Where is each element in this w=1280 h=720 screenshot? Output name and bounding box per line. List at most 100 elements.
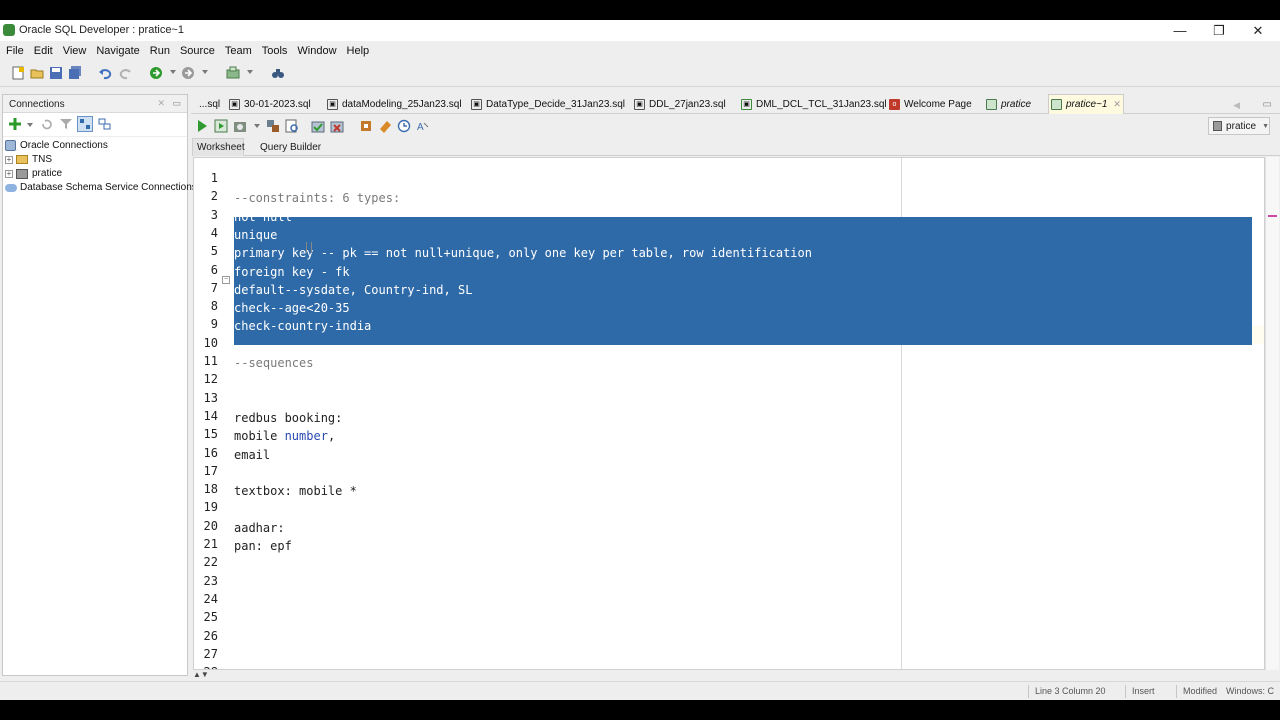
navigate-back-icon[interactable] — [180, 65, 196, 81]
line-number: 26 — [203, 628, 218, 643]
menu-team[interactable]: Team — [221, 45, 256, 57]
sql-history-icon[interactable] — [396, 118, 412, 134]
database-icon — [5, 140, 16, 151]
splitter-arrows-icon[interactable]: ▲▼ — [193, 670, 213, 679]
menu-help[interactable]: Help — [343, 45, 374, 57]
sql-editor[interactable]: 1 2 3 4 5 6 7 8 9 10 11 12 13 14 15 16 17 18 19 20 21 22 23 24 2… — [193, 157, 1265, 670]
close-panel-icon[interactable]: ✕ — [157, 98, 165, 109]
tab-pratice[interactable]: pratice — [984, 94, 1031, 114]
eraser-icon[interactable] — [377, 118, 393, 134]
expand-icon[interactable]: + — [5, 155, 13, 164]
menu-run[interactable]: Run — [146, 45, 174, 57]
tab-query-builder[interactable]: Query Builder — [256, 138, 325, 156]
tree-item-oracle-connections[interactable]: Oracle Connections — [5, 140, 108, 151]
line-number: 6 — [210, 262, 218, 277]
tab-30-01-2023[interactable]: ▣ 30-01-2023.sql — [227, 94, 311, 114]
minimize-icon[interactable]: — — [1160, 20, 1200, 41]
code-line[interactable]: email — [234, 446, 270, 464]
run-script-icon[interactable] — [213, 118, 229, 134]
code-line[interactable]: check--age<20-35 — [234, 299, 350, 317]
chevron-down-icon[interactable] — [202, 70, 208, 74]
title-bar: Oracle SQL Developer : pratice~1 — ❐ ✕ — [0, 20, 1280, 41]
cloud-icon — [5, 183, 17, 192]
expand-icon[interactable]: + — [5, 169, 13, 178]
modified-indicator: Modified — [1183, 686, 1218, 696]
code-line[interactable]: textbox: mobile * — [234, 482, 357, 500]
line-number: 10 — [203, 335, 218, 350]
binoculars-icon[interactable] — [270, 65, 286, 81]
editor-vertical-scrollbar[interactable] — [1265, 157, 1279, 670]
format-sql-icon[interactable]: A — [415, 118, 431, 134]
undo-icon[interactable] — [97, 65, 113, 81]
worksheet-subtabs: Worksheet Query Builder — [192, 138, 1280, 156]
tab-datamodeling[interactable]: ▣ dataModeling_25Jan23.sql — [325, 94, 462, 114]
code-line[interactable]: aadhar: — [234, 519, 285, 537]
code-area[interactable]: --constraints: 6 types: not null unique pri… — [234, 158, 1256, 669]
chevron-down-icon[interactable] — [27, 123, 33, 127]
collapse-tree-icon[interactable] — [97, 116, 113, 132]
run-statement-icon[interactable] — [194, 118, 210, 134]
menu-tools[interactable]: Tools — [258, 45, 292, 57]
tree-item-schema-service[interactable]: Database Schema Service Connections — [5, 182, 197, 193]
sql-tuning-icon[interactable] — [284, 118, 300, 134]
tree-item-label: Oracle Connections — [20, 140, 108, 151]
worksheet-toolbar: A pratice ▼ — [192, 114, 1280, 138]
code-line[interactable]: redbus booking: — [234, 409, 342, 427]
tree-item-pratice[interactable]: + pratice — [5, 168, 62, 179]
menu-view[interactable]: View — [59, 45, 91, 57]
code-line[interactable]: --sequences — [234, 354, 313, 372]
refresh-icon[interactable] — [39, 116, 55, 132]
navigate-forward-icon[interactable] — [148, 65, 164, 81]
chevron-down-icon[interactable] — [247, 70, 253, 74]
menu-window[interactable]: Window — [293, 45, 340, 57]
menu-file[interactable]: File — [2, 45, 28, 57]
scrollbar-marker — [1268, 215, 1277, 217]
minimize-panel-icon[interactable]: ▭ — [172, 98, 181, 109]
tab-sql[interactable]: ...sql — [197, 94, 220, 114]
code-line[interactable]: mobile number, — [234, 427, 335, 445]
tab-datatype-decide[interactable]: ▣ DataType_Decide_31Jan23.sql — [469, 94, 625, 114]
chevron-down-icon[interactable] — [170, 70, 176, 74]
tab-welcome-page[interactable]: o Welcome Page — [887, 94, 972, 114]
chevron-down-icon[interactable] — [254, 124, 260, 128]
commit-icon[interactable] — [310, 118, 326, 134]
filter-icon[interactable] — [58, 116, 74, 132]
restore-editor-icon[interactable]: ▭ — [1263, 99, 1272, 110]
tab-worksheet[interactable]: Worksheet — [192, 138, 245, 156]
scroll-tabs-left-icon[interactable]: ◀ — [1233, 100, 1240, 111]
save-all-icon[interactable] — [67, 65, 83, 81]
new-file-icon[interactable] — [10, 65, 26, 81]
autotrace-icon[interactable] — [232, 118, 248, 134]
open-folder-icon[interactable] — [29, 65, 45, 81]
code-line[interactable]: --constraints: 6 types: — [234, 189, 400, 207]
code-line[interactable]: primary key -- pk == not null+unique, on… — [234, 244, 812, 262]
code-line[interactable]: pan: epf — [234, 537, 292, 555]
tab-ddl[interactable]: ▣ DDL_27jan23.sql — [632, 94, 726, 114]
code-line[interactable]: not null — [234, 208, 292, 226]
schema-browser-icon[interactable] — [77, 116, 93, 132]
rollback-icon[interactable] — [329, 118, 345, 134]
menu-source[interactable]: Source — [176, 45, 219, 57]
unshared-sql-worksheet-icon[interactable] — [358, 118, 374, 134]
menu-navigate[interactable]: Navigate — [92, 45, 143, 57]
close-icon[interactable]: ✕ — [1238, 20, 1278, 41]
main-toolbar — [0, 61, 1280, 87]
restore-icon[interactable]: ❐ — [1199, 20, 1239, 41]
add-connection-icon[interactable] — [7, 116, 23, 132]
code-line[interactable]: unique — [234, 226, 277, 244]
fold-collapse-icon[interactable]: − — [222, 276, 230, 284]
sql-connection-icon[interactable] — [225, 65, 241, 81]
connection-select[interactable]: pratice ▼ — [1208, 117, 1270, 135]
redo-icon[interactable] — [118, 65, 134, 81]
code-line[interactable]: check-country-india — [234, 317, 371, 335]
explain-plan-icon[interactable] — [265, 118, 281, 134]
line-number: 22 — [203, 555, 218, 570]
menu-edit[interactable]: Edit — [30, 45, 57, 57]
code-line[interactable]: default--sysdate, Country-ind, SL — [234, 281, 472, 299]
code-line[interactable]: foreign key - fk — [234, 263, 350, 281]
tab-dml-dcl-tcl[interactable]: ▣ DML_DCL_TCL_31Jan23.sql — [739, 94, 887, 114]
tab-pratice-1[interactable]: pratice~1 ✕ — [1048, 94, 1124, 114]
close-tab-icon[interactable]: ✕ — [1113, 99, 1121, 110]
tree-item-tns[interactable]: + TNS — [5, 154, 52, 165]
save-icon[interactable] — [48, 65, 64, 81]
